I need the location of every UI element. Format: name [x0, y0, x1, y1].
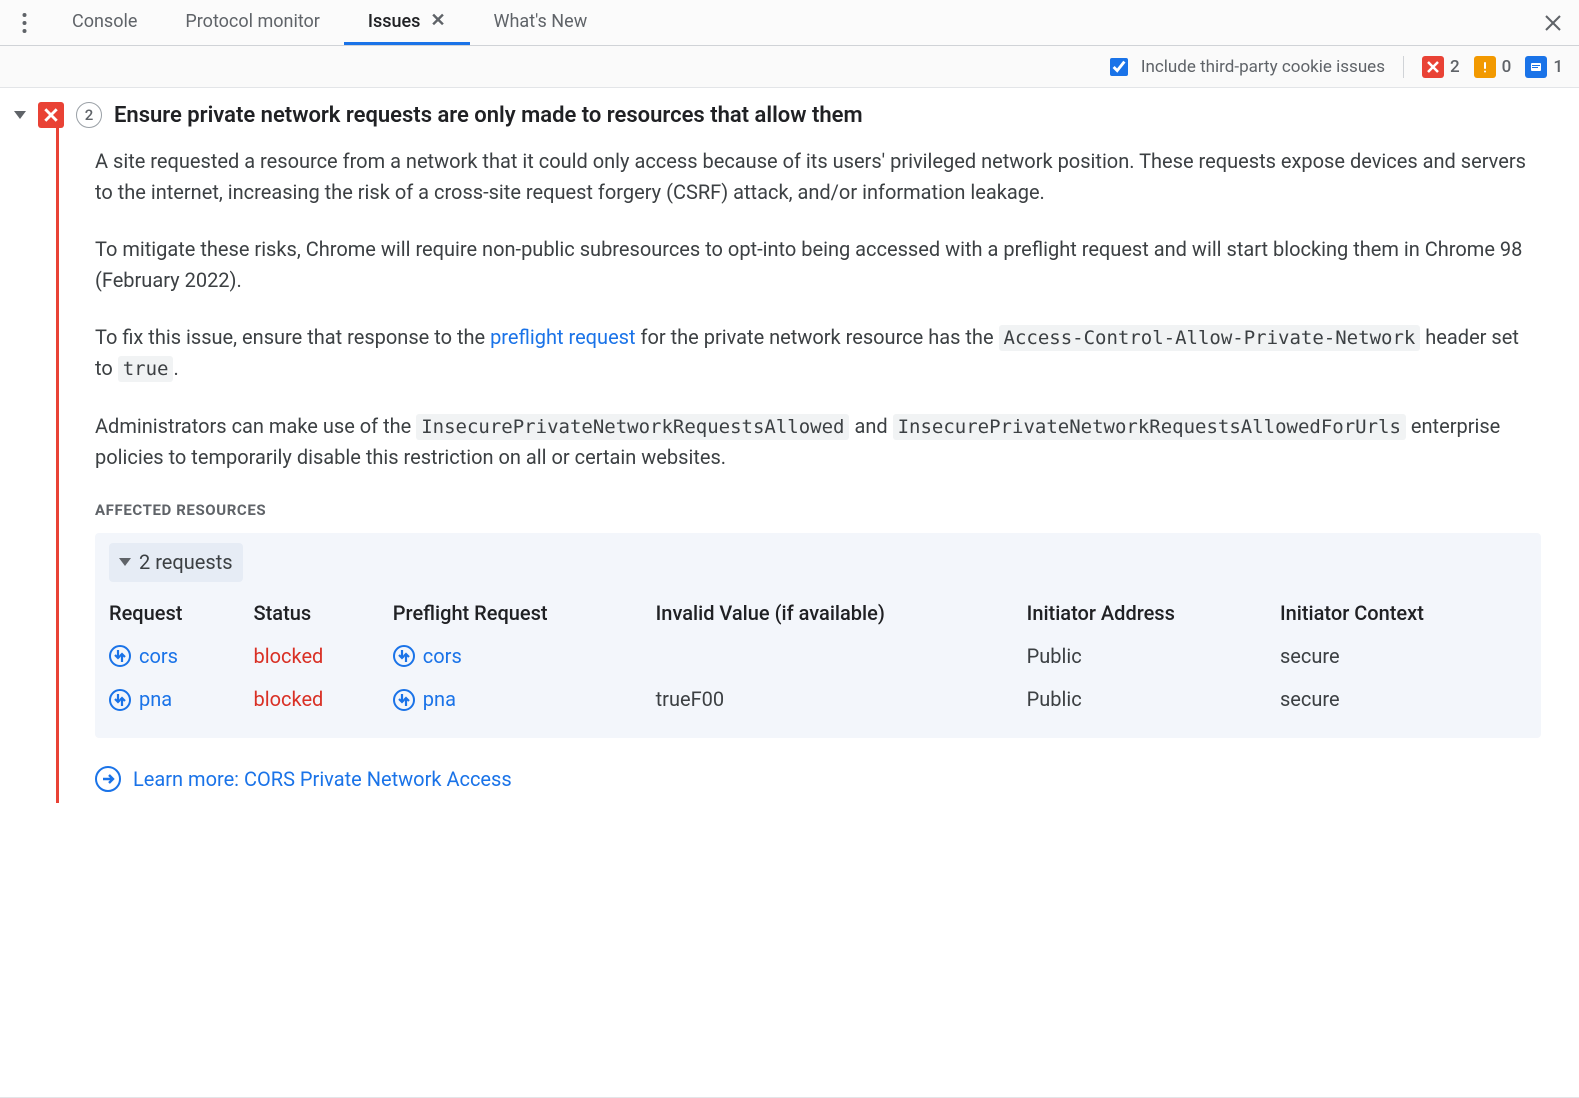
- table-header-row: Request Status Preflight Request Invalid…: [109, 592, 1527, 635]
- info-icon: [1525, 56, 1547, 78]
- close-icon: [1544, 14, 1562, 32]
- include-third-party-label: Include third-party cookie issues: [1141, 57, 1385, 77]
- col-initiator-address: Initiator Address: [1027, 592, 1280, 635]
- issue-item: 2 Ensure private network requests are on…: [0, 88, 1579, 827]
- error-count[interactable]: 2: [1422, 56, 1460, 78]
- affected-resources-label: AFFECTED RESOURCES: [95, 499, 1541, 522]
- status-cell: blocked: [254, 635, 393, 679]
- close-panel-button[interactable]: [1535, 8, 1571, 38]
- request-icon: [109, 689, 131, 711]
- issue-title: Ensure private network requests are only…: [114, 103, 863, 128]
- initiator-context-cell: secure: [1280, 678, 1527, 722]
- tab-issues[interactable]: Issues ✕: [344, 0, 470, 45]
- info-count[interactable]: 1: [1525, 56, 1563, 78]
- table-row: cors blocked cors Public secure: [109, 635, 1527, 679]
- tab-console[interactable]: Console: [48, 0, 161, 45]
- request-icon: [109, 645, 131, 667]
- issue-paragraph: A site requested a resource from a netwo…: [95, 146, 1541, 208]
- issue-body: A site requested a resource from a netwo…: [56, 128, 1563, 803]
- requests-summary-toggle[interactable]: 2 requests: [109, 543, 243, 582]
- initiator-address-cell: Public: [1027, 635, 1280, 679]
- issue-paragraph: Administrators can make use of the Insec…: [95, 411, 1541, 473]
- expand-toggle-icon[interactable]: [14, 111, 26, 119]
- issue-header[interactable]: 2 Ensure private network requests are on…: [14, 102, 1563, 128]
- issue-counters: 2 0 1: [1422, 56, 1563, 78]
- preflight-request-link[interactable]: preflight request: [490, 325, 635, 349]
- requests-summary-label: 2 requests: [139, 547, 233, 578]
- affected-requests-block: 2 requests Request Status Preflight Requ…: [95, 533, 1541, 738]
- error-icon: [1422, 56, 1444, 78]
- request-icon: [393, 645, 415, 667]
- warning-icon: [1474, 56, 1496, 78]
- preflight-link[interactable]: pna: [393, 684, 456, 715]
- code-true: true: [118, 356, 174, 382]
- tab-label: Issues: [368, 11, 421, 32]
- issues-content[interactable]: 2 Ensure private network requests are on…: [0, 88, 1579, 1098]
- include-third-party-checkbox[interactable]: Include third-party cookie issues: [1106, 55, 1385, 79]
- col-request: Request: [109, 592, 254, 635]
- invalid-value-cell: trueF00: [656, 678, 1027, 722]
- col-preflight: Preflight Request: [393, 592, 656, 635]
- initiator-address-cell: Public: [1027, 678, 1280, 722]
- code-policy: InsecurePrivateNetworkRequestsAllowed: [416, 414, 849, 440]
- issue-occurrence-count: 2: [76, 102, 102, 128]
- more-menu-button[interactable]: [8, 8, 40, 38]
- tab-label: What's New: [494, 11, 588, 32]
- code-header-name: Access-Control-Allow-Private-Network: [999, 325, 1421, 351]
- tabs: Console Protocol monitor Issues ✕ What's…: [48, 0, 611, 45]
- col-status: Status: [254, 592, 393, 635]
- tab-label: Console: [72, 11, 137, 32]
- table-row: pna blocked pna trueF00 Public secure: [109, 678, 1527, 722]
- request-icon: [393, 689, 415, 711]
- arrow-right-circle-icon: [95, 766, 121, 792]
- col-initiator-context: Initiator Context: [1280, 592, 1527, 635]
- toolbar-divider: [1403, 56, 1404, 78]
- error-count-value: 2: [1450, 57, 1460, 77]
- tab-label: Protocol monitor: [185, 11, 320, 32]
- info-count-value: 1: [1553, 57, 1563, 77]
- chevron-down-icon: [119, 558, 131, 566]
- learn-more-link[interactable]: Learn more: CORS Private Network Access: [133, 764, 512, 795]
- issue-severity-error-icon: [38, 102, 64, 128]
- issues-toolbar: Include third-party cookie issues 2 0 1: [0, 46, 1579, 88]
- include-third-party-input[interactable]: [1110, 58, 1128, 76]
- panel-tabbar: Console Protocol monitor Issues ✕ What's…: [0, 0, 1579, 46]
- affected-requests-table: Request Status Preflight Request Invalid…: [109, 592, 1527, 722]
- request-link[interactable]: cors: [109, 641, 178, 672]
- content-wrap: 2 Ensure private network requests are on…: [0, 88, 1579, 1098]
- warning-count[interactable]: 0: [1474, 56, 1512, 78]
- kebab-icon: [22, 13, 27, 33]
- issue-paragraph: To fix this issue, ensure that response …: [95, 322, 1541, 385]
- invalid-value-cell: [656, 635, 1027, 679]
- status-cell: blocked: [254, 678, 393, 722]
- code-policy: InsecurePrivateNetworkRequestsAllowedFor…: [893, 414, 1406, 440]
- col-invalid: Invalid Value (if available): [656, 592, 1027, 635]
- tab-whats-new[interactable]: What's New: [470, 0, 612, 45]
- tab-protocol-monitor[interactable]: Protocol monitor: [161, 0, 344, 45]
- preflight-link[interactable]: cors: [393, 641, 462, 672]
- learn-more-row: Learn more: CORS Private Network Access: [95, 764, 1541, 795]
- warning-count-value: 0: [1502, 57, 1512, 77]
- request-link[interactable]: pna: [109, 684, 172, 715]
- initiator-context-cell: secure: [1280, 635, 1527, 679]
- close-tab-icon[interactable]: ✕: [430, 12, 445, 30]
- issue-paragraph: To mitigate these risks, Chrome will req…: [95, 234, 1541, 296]
